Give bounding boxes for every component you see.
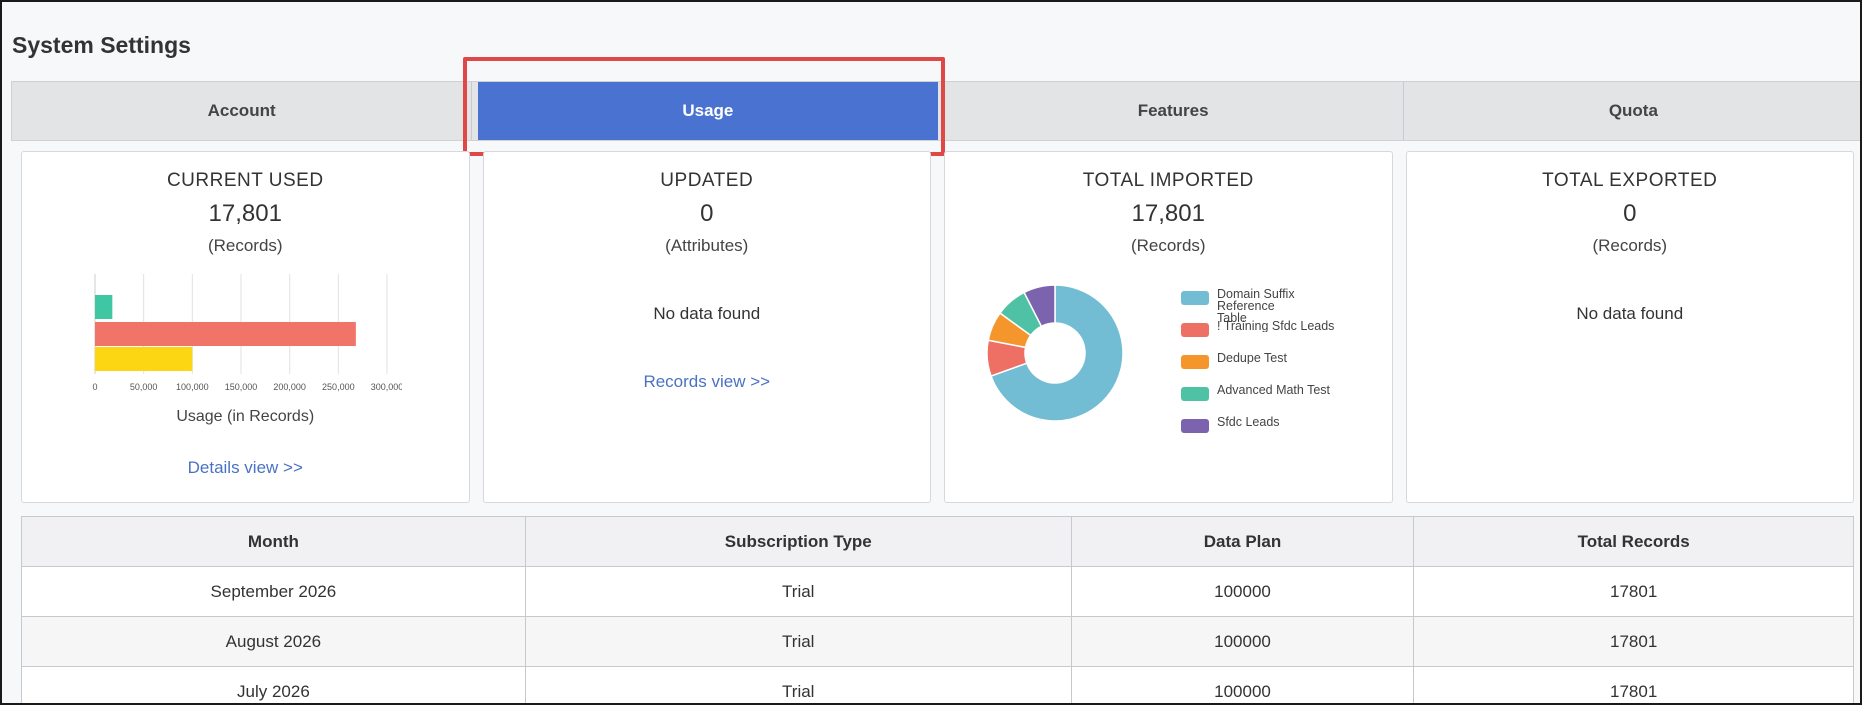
table-cell-month: September 2026 bbox=[21, 566, 526, 617]
column-header-month[interactable]: Month bbox=[21, 516, 526, 567]
usage-bar[interactable] bbox=[95, 295, 113, 319]
legend-item[interactable]: ! Training Sfdc Leads bbox=[1181, 320, 1353, 352]
no-data-message: No data found bbox=[653, 304, 761, 323]
table-cell-data-plan: 100000 bbox=[1070, 616, 1415, 667]
card-title: TOTAL IMPORTED bbox=[1082, 170, 1254, 191]
table-header-row: Month Subscription Type Data Plan Total … bbox=[21, 516, 1854, 567]
x-tick-label: 0 bbox=[92, 382, 97, 392]
legend-item[interactable]: Domain Suffix Reference Table bbox=[1181, 288, 1353, 324]
card-value: 0 bbox=[700, 200, 714, 227]
x-tick-label: 100,000 bbox=[176, 382, 209, 392]
table-row: August 2026 Trial 100000 17801 bbox=[21, 616, 1854, 667]
legend-label: Advanced Math Test bbox=[1217, 384, 1331, 396]
card-value: 0 bbox=[1623, 200, 1637, 227]
column-header-subscription-type[interactable]: Subscription Type bbox=[524, 516, 1072, 567]
card-title: TOTAL EXPORTED bbox=[1542, 170, 1718, 191]
x-tick-label: 200,000 bbox=[273, 382, 306, 392]
card-unit: (Attributes) bbox=[665, 236, 749, 255]
column-header-total-records[interactable]: Total Records bbox=[1413, 516, 1854, 567]
usage-cards: CURRENT USED 17,801 (Records) 0 50,000 100… bbox=[21, 151, 1854, 503]
total-exported-card: TOTAL EXPORTED 0 (Records) No data found bbox=[1405, 151, 1854, 503]
system-settings-window: System Settings Account Usage Features Q… bbox=[0, 0, 1862, 705]
donut-legend: Domain Suffix Reference Table ! Training… bbox=[1181, 288, 1353, 448]
table-cell-data-plan: 100000 bbox=[1070, 666, 1415, 703]
legend-item[interactable]: Dedupe Test bbox=[1181, 352, 1353, 384]
imported-donut-chart bbox=[986, 284, 1124, 422]
card-title: UPDATED bbox=[660, 170, 754, 191]
tab-quota[interactable]: Quota bbox=[1404, 82, 1860, 140]
usage-bar[interactable] bbox=[95, 347, 193, 371]
table-cell-subscription-type: Trial bbox=[524, 566, 1072, 617]
legend-swatch bbox=[1181, 291, 1209, 305]
legend-swatch bbox=[1181, 355, 1209, 369]
table-cell-total-records: 17801 bbox=[1413, 666, 1854, 703]
x-tick-label: 150,000 bbox=[225, 382, 258, 392]
legend-item[interactable]: Sfdc Leads bbox=[1181, 416, 1353, 448]
table-cell-data-plan: 100000 bbox=[1070, 566, 1415, 617]
tab-account[interactable]: Account bbox=[12, 82, 473, 140]
card-value: 17,801 bbox=[208, 200, 282, 227]
table-cell-total-records: 17801 bbox=[1413, 566, 1854, 617]
table-cell-month: July 2026 bbox=[21, 666, 526, 703]
no-data-message: No data found bbox=[1576, 304, 1684, 323]
card-unit: (Records) bbox=[207, 236, 283, 255]
table-cell-subscription-type: Trial bbox=[524, 616, 1072, 667]
legend-swatch bbox=[1181, 323, 1209, 337]
tab-usage[interactable]: Usage bbox=[478, 82, 938, 140]
page-title: System Settings bbox=[12, 32, 191, 58]
tab-features[interactable]: Features bbox=[944, 82, 1404, 140]
table-row: July 2026 Trial 100000 17801 bbox=[21, 666, 1854, 703]
legend-label: Domain Suffix Reference Table bbox=[1217, 288, 1295, 324]
usage-bar-chart: 0 50,000 100,000 150,000 200,000 250,000 300,0… bbox=[92, 274, 402, 392]
details-view-link[interactable]: Details view >> bbox=[22, 458, 469, 478]
card-title: CURRENT USED bbox=[166, 170, 324, 191]
settings-tabs: Account Usage Features Quota bbox=[11, 81, 1860, 141]
table-row: September 2026 Trial 100000 17801 bbox=[21, 566, 1854, 617]
table-cell-total-records: 17801 bbox=[1413, 616, 1854, 667]
updated-card: UPDATED 0 (Attributes) No data found Rec… bbox=[482, 151, 931, 503]
card-unit: (Records) bbox=[1130, 236, 1206, 255]
legend-label: ! Training Sfdc Leads bbox=[1217, 320, 1335, 332]
legend-swatch bbox=[1181, 419, 1209, 433]
bar-chart-xlabel: Usage (in Records) bbox=[176, 408, 315, 425]
column-header-data-plan[interactable]: Data Plan bbox=[1070, 516, 1415, 567]
table-cell-subscription-type: Trial bbox=[524, 666, 1072, 703]
x-tick-label: 250,000 bbox=[322, 382, 355, 392]
card-value: 17,801 bbox=[1131, 200, 1205, 227]
table-cell-month: August 2026 bbox=[21, 616, 526, 667]
card-unit: (Records) bbox=[1592, 236, 1668, 255]
current-used-card: CURRENT USED 17,801 (Records) 0 50,000 100… bbox=[21, 151, 470, 503]
x-tick-label: 50,000 bbox=[130, 382, 158, 392]
legend-label: Dedupe Test bbox=[1217, 352, 1287, 364]
legend-label: Sfdc Leads bbox=[1217, 416, 1280, 428]
usage-table-container: Month Subscription Type Data Plan Total … bbox=[21, 516, 1854, 703]
usage-bar[interactable] bbox=[95, 322, 356, 346]
total-imported-card: TOTAL IMPORTED 17,801 (Records) Domain S… bbox=[944, 151, 1393, 503]
legend-item[interactable]: Advanced Math Test bbox=[1181, 384, 1353, 416]
legend-swatch bbox=[1181, 387, 1209, 401]
x-tick-label: 300,000 bbox=[371, 382, 402, 392]
records-view-link[interactable]: Records view >> bbox=[484, 372, 931, 392]
usage-history-table: Month Subscription Type Data Plan Total … bbox=[21, 516, 1854, 703]
